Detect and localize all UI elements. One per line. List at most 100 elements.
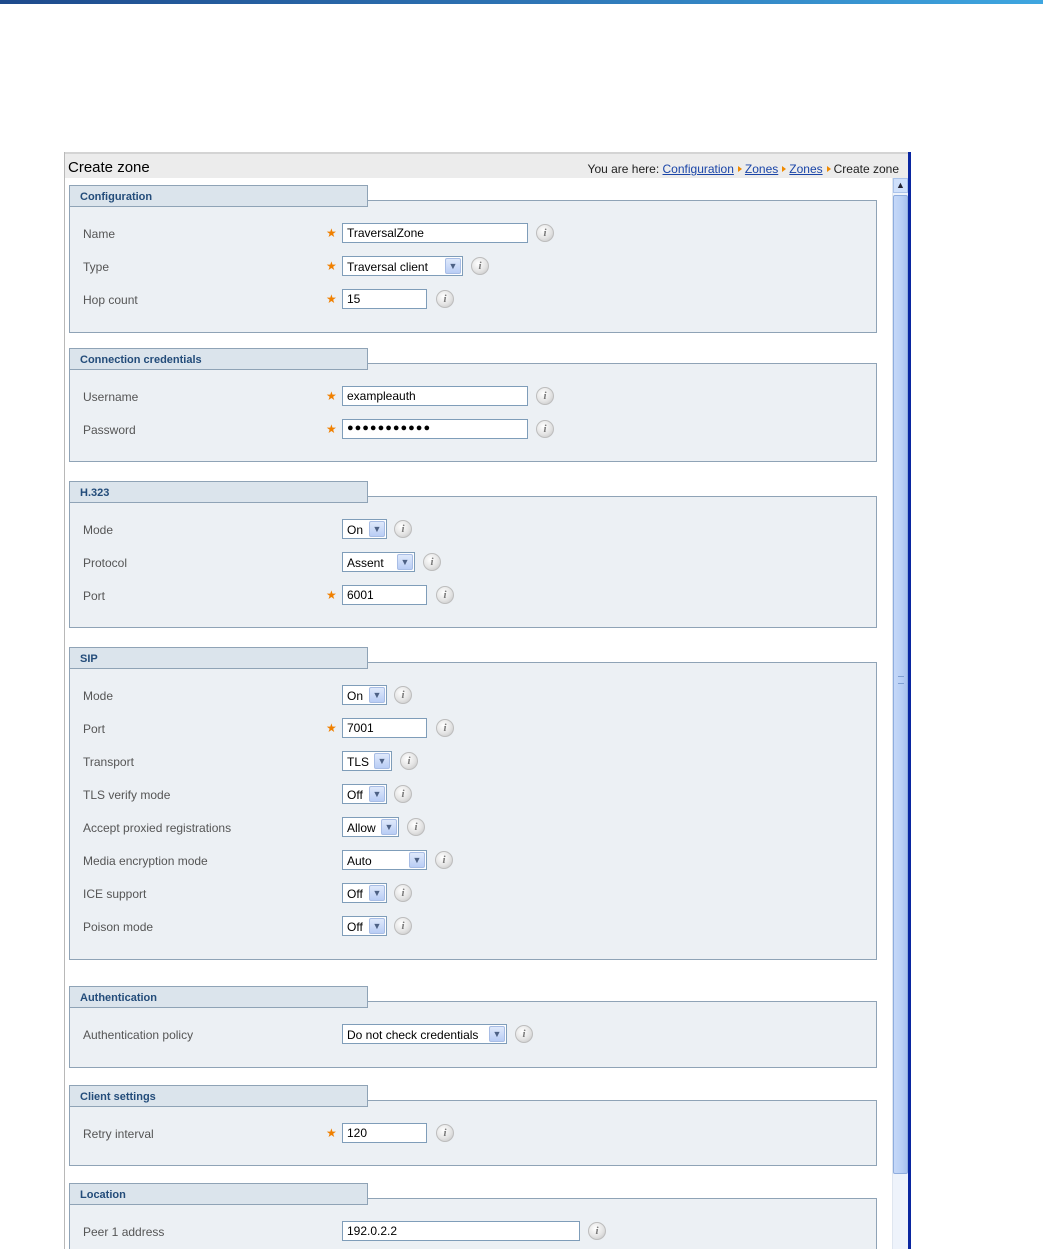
sip-transport-value: TLS [347, 755, 370, 769]
h323-box: Mode On ▼ i Protocol Assent ▼ i Port ★ 6… [69, 496, 877, 628]
form-content: Name ★ TraversalZone i Type ★ Traversal … [65, 178, 892, 1249]
chevron-down-icon[interactable]: ▼ [445, 258, 461, 274]
sip-port-input[interactable]: 7001 [342, 718, 427, 738]
chevron-down-icon[interactable]: ▼ [397, 554, 413, 570]
top-accent-bar [0, 0, 1043, 4]
credentials-box: Username ★ exampleauth i Password ★ ●●●●… [69, 363, 877, 462]
zone-config-window: Create zone You are here: Configuration Z… [64, 152, 911, 1249]
password-input[interactable]: ●●●●●●●●●●● [342, 419, 528, 439]
proxied-registrations-row: Accept proxied registrations Allow ▼ i [70, 817, 870, 839]
proxied-registrations-select[interactable]: Allow ▼ [342, 817, 399, 837]
info-icon[interactable]: i [536, 387, 554, 405]
info-icon[interactable]: i [423, 553, 441, 571]
tls-verify-select[interactable]: Off ▼ [342, 784, 387, 804]
info-icon[interactable]: i [400, 752, 418, 770]
scrollbar-thumb[interactable] [893, 195, 908, 1174]
chevron-down-icon[interactable]: ▼ [369, 786, 385, 802]
location-section: Peer 1 address 192.0.2.2 i Location [69, 1183, 877, 1249]
chevron-down-icon[interactable]: ▼ [369, 918, 385, 934]
location-box: Peer 1 address 192.0.2.2 i [69, 1198, 877, 1249]
info-icon[interactable]: i [394, 884, 412, 902]
chevron-down-icon[interactable]: ▼ [374, 753, 390, 769]
chevron-down-icon[interactable]: ▼ [369, 687, 385, 703]
info-icon[interactable]: i [407, 818, 425, 836]
location-section-title: Location [69, 1183, 368, 1205]
info-icon[interactable]: i [394, 917, 412, 935]
username-input[interactable]: exampleauth [342, 386, 528, 406]
info-icon[interactable]: i [394, 686, 412, 704]
chevron-down-icon[interactable]: ▼ [381, 819, 397, 835]
info-icon[interactable]: i [536, 420, 554, 438]
ice-support-select[interactable]: Off ▼ [342, 883, 387, 903]
h323-protocol-row: Protocol Assent ▼ i [70, 552, 870, 574]
breadcrumb-zones-list-link[interactable]: Zones [789, 162, 822, 176]
tls-verify-row: TLS verify mode Off ▼ i [70, 784, 870, 806]
configuration-box: Name ★ TraversalZone i Type ★ Traversal … [69, 200, 877, 333]
h323-mode-select[interactable]: On ▼ [342, 519, 387, 539]
password-row: Password ★ ●●●●●●●●●●● i [70, 419, 870, 441]
configuration-section-title: Configuration [69, 185, 368, 207]
scroll-up-icon[interactable]: ▲ [893, 178, 908, 193]
info-icon[interactable]: i [515, 1025, 533, 1043]
authentication-policy-select[interactable]: Do not check credentials ▼ [342, 1024, 507, 1044]
h323-protocol-select[interactable]: Assent ▼ [342, 552, 415, 572]
breadcrumb-arrow-icon [737, 166, 742, 172]
breadcrumb-arrow-icon [782, 166, 787, 172]
sip-transport-row: Transport TLS ▼ i [70, 751, 870, 773]
chevron-down-icon[interactable]: ▼ [369, 521, 385, 537]
type-select[interactable]: Traversal client ▼ [342, 256, 463, 276]
info-icon[interactable]: i [471, 257, 489, 275]
proxied-registrations-label: Accept proxied registrations [83, 821, 232, 835]
media-encryption-select[interactable]: Auto ▼ [342, 850, 427, 870]
required-star-icon: ★ [326, 588, 337, 602]
peer1-address-label: Peer 1 address [83, 1225, 165, 1239]
sip-transport-label: Transport [83, 755, 134, 769]
info-icon[interactable]: i [436, 586, 454, 604]
peer1-address-input[interactable]: 192.0.2.2 [342, 1221, 580, 1241]
h323-section: Mode On ▼ i Protocol Assent ▼ i Port ★ 6… [69, 481, 877, 633]
required-star-icon: ★ [326, 1126, 337, 1140]
configuration-section: Name ★ TraversalZone i Type ★ Traversal … [69, 185, 877, 333]
sip-section-title: SIP [69, 647, 368, 669]
chevron-down-icon[interactable]: ▼ [409, 852, 425, 868]
retry-interval-row: Retry interval ★ 120 i [70, 1123, 870, 1145]
name-label: Name [83, 227, 116, 241]
vertical-scrollbar[interactable]: ▲ [892, 178, 908, 1249]
authentication-policy-label: Authentication policy [83, 1028, 194, 1042]
media-encryption-value: Auto [347, 854, 372, 868]
poison-mode-select[interactable]: Off ▼ [342, 916, 387, 936]
client-settings-box: Retry interval ★ 120 i [69, 1100, 877, 1166]
poison-mode-row: Poison mode Off ▼ i [70, 916, 870, 938]
breadcrumb-arrow-icon [826, 166, 831, 172]
h323-port-input[interactable]: 6001 [342, 585, 427, 605]
retry-interval-input[interactable]: 120 [342, 1123, 427, 1143]
info-icon[interactable]: i [436, 719, 454, 737]
info-icon[interactable]: i [536, 224, 554, 242]
h323-protocol-value: Assent [347, 556, 384, 570]
required-star-icon: ★ [326, 422, 337, 436]
chevron-down-icon[interactable]: ▼ [369, 885, 385, 901]
sip-section: Mode On ▼ i Port ★ 7001 i Transport TLS … [69, 647, 877, 967]
sip-mode-select[interactable]: On ▼ [342, 685, 387, 705]
sip-transport-select[interactable]: TLS ▼ [342, 751, 392, 771]
breadcrumb-configuration-link[interactable]: Configuration [663, 162, 734, 176]
required-star-icon: ★ [326, 226, 337, 240]
credentials-section: Username ★ exampleauth i Password ★ ●●●●… [69, 348, 877, 468]
required-star-icon: ★ [326, 721, 337, 735]
breadcrumb-zones-link[interactable]: Zones [745, 162, 778, 176]
info-icon[interactable]: i [436, 1124, 454, 1142]
ice-support-label: ICE support [83, 887, 147, 901]
info-icon[interactable]: i [588, 1222, 606, 1240]
info-icon[interactable]: i [436, 290, 454, 308]
info-icon[interactable]: i [435, 851, 453, 869]
info-icon[interactable]: i [394, 520, 412, 538]
hop-count-input[interactable]: 15 [342, 289, 427, 309]
authentication-section-title: Authentication [69, 986, 368, 1008]
tls-verify-value: Off [347, 788, 363, 802]
h323-port-label: Port [83, 589, 106, 603]
sip-mode-value: On [347, 689, 364, 703]
chevron-down-icon[interactable]: ▼ [489, 1026, 505, 1042]
required-star-icon: ★ [326, 259, 337, 273]
name-input[interactable]: TraversalZone [342, 223, 528, 243]
info-icon[interactable]: i [394, 785, 412, 803]
